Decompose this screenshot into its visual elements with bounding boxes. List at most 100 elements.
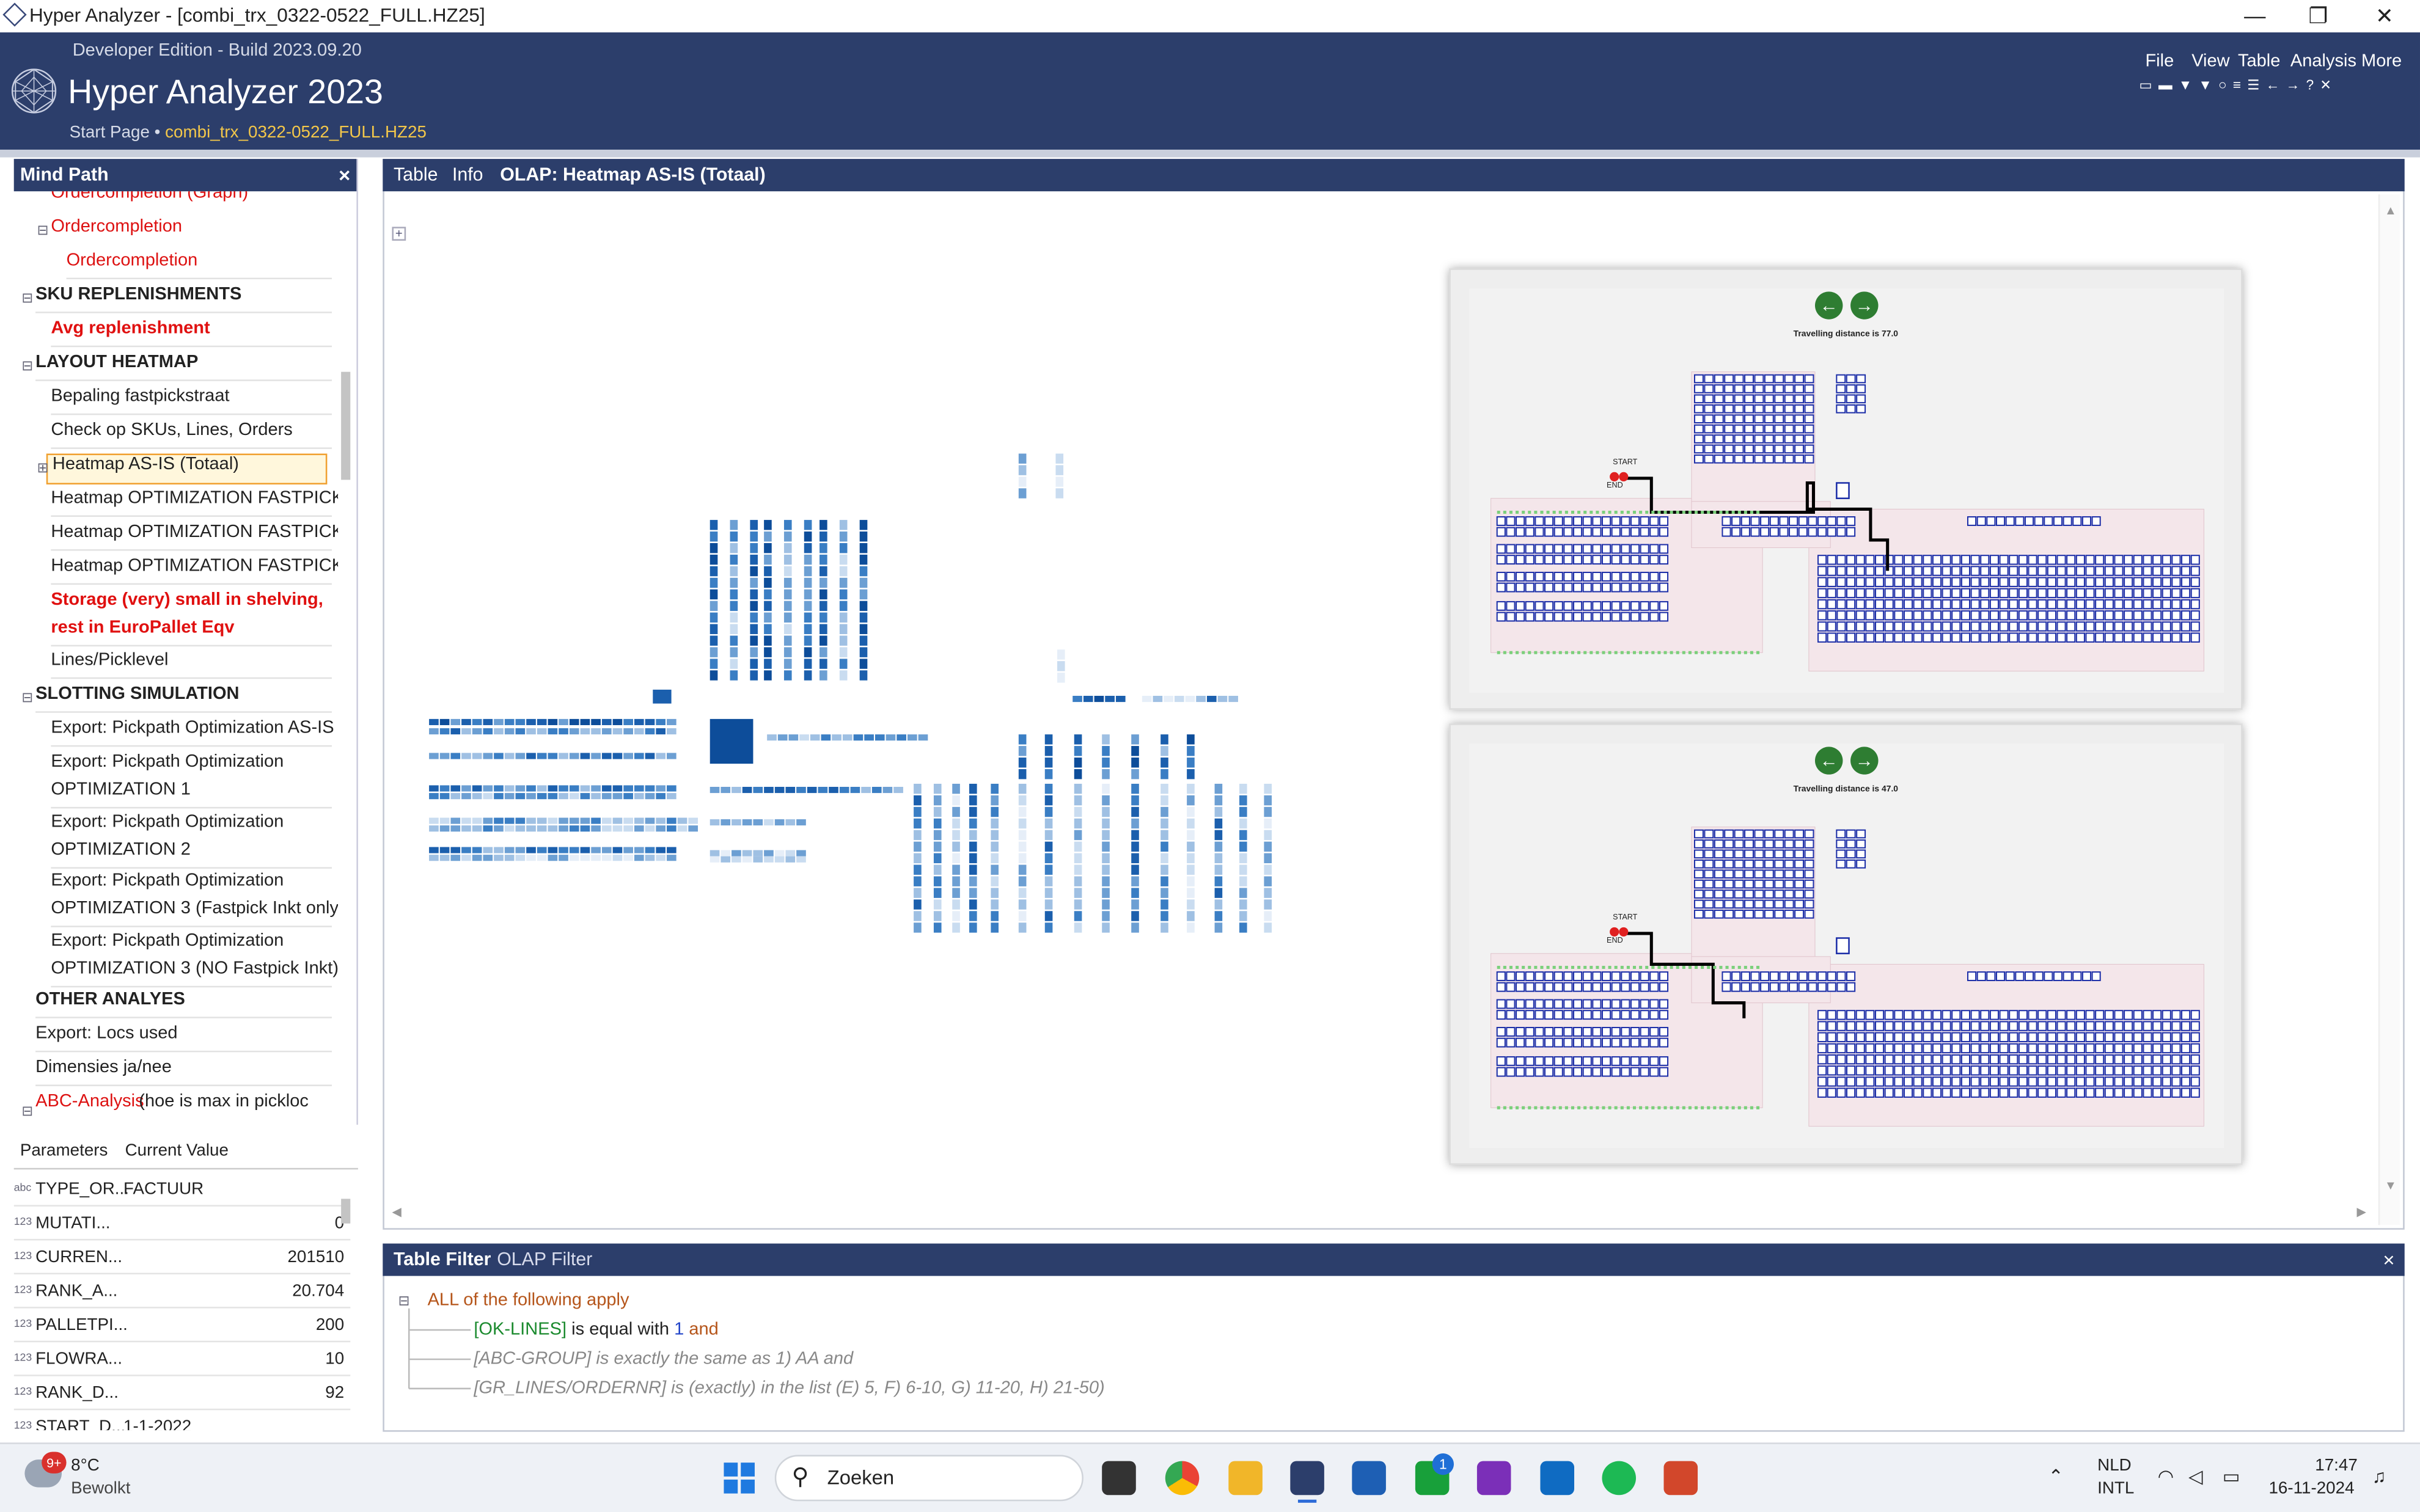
mind-path-item[interactable]: Ordercompletion xyxy=(66,252,332,280)
tab-table-filter[interactable]: Table Filter xyxy=(394,1244,491,1276)
mind-path-item[interactable]: LAYOUT HEATMAP xyxy=(35,353,332,381)
parameter-value[interactable]: 201510 xyxy=(287,1241,344,1275)
mind-path-item[interactable]: Heatmap OPTIMIZATION FASTPICK 2 xyxy=(51,523,338,551)
parameter-row[interactable]: 123 START_D... 1-1-2022 xyxy=(14,1410,351,1430)
filter-rule-3[interactable]: [GR_LINES/ORDERNR] is (exactly) in the l… xyxy=(474,1379,1104,1398)
search-icon[interactable]: ○ xyxy=(2218,77,2233,92)
parameter-value[interactable]: 20.704 xyxy=(292,1274,344,1309)
next-arrow-icon[interactable]: → xyxy=(1850,747,1879,775)
help-icon[interactable]: ? xyxy=(2306,77,2320,92)
scroll-up-icon[interactable]: ▲ xyxy=(2385,203,2397,217)
wifi-icon[interactable]: ◠ xyxy=(2158,1466,2174,1487)
list-icon[interactable]: ☰ xyxy=(2247,77,2266,92)
mind-path-item[interactable]: Ordercompletion (Graph) xyxy=(51,191,332,211)
volume-icon[interactable]: ◁ xyxy=(2188,1466,2202,1487)
filter-root-condition[interactable]: ALL of the following apply xyxy=(428,1291,629,1310)
collapse-icon[interactable]: ⊟ xyxy=(21,358,33,375)
parameter-row[interactable]: 123 PALLETPI... 200 xyxy=(13,1309,351,1343)
mind-path-item[interactable]: Export: Pickpath Optimization xyxy=(51,813,332,841)
table-icon[interactable]: ≡ xyxy=(2233,77,2247,92)
collapse-icon[interactable]: ⊟ xyxy=(398,1293,410,1310)
parameter-row[interactable]: 123 FLOWRA... 10 xyxy=(13,1342,351,1376)
collapse-icon[interactable]: ⊟ xyxy=(21,690,33,707)
clock-date[interactable]: 16-11-2024 xyxy=(2268,1480,2354,1498)
collapse-icon[interactable]: ⊟ xyxy=(21,1103,33,1120)
mind-path-item[interactable]: Storage (very) small in shelving, xyxy=(51,591,332,618)
powerpoint-icon[interactable] xyxy=(1663,1461,1698,1496)
spotify-icon[interactable] xyxy=(1602,1461,1637,1496)
maximize-button[interactable]: ❐ xyxy=(2282,0,2353,32)
weather-description[interactable]: Bewolkt xyxy=(71,1480,130,1498)
filter-rule-2[interactable]: [ABC-GROUP] is exactly the same as 1) AA… xyxy=(474,1350,853,1368)
mind-path-item[interactable]: Export: Pickpath Optimization xyxy=(51,753,332,780)
mind-path-item[interactable]: OPTIMIZATION 3 (NO Fastpick Inkt) xyxy=(51,960,338,988)
tab-olap-heatmap[interactable]: OLAP: Heatmap AS-IS (Totaal) xyxy=(500,159,765,191)
visual-studio-code-icon[interactable] xyxy=(1352,1461,1386,1496)
mind-path-item[interactable]: Export: Pickpath Optimization xyxy=(51,932,332,959)
expand-icon[interactable]: ⊞ xyxy=(37,460,49,477)
notifications-bell-icon[interactable]: ♫ xyxy=(2372,1466,2386,1487)
close-icon[interactable]: ✕ xyxy=(2320,77,2338,92)
mind-path-item[interactable]: OPTIMIZATION 3 (Fastpick Inkt only) xyxy=(51,899,338,927)
close-icon[interactable]: × xyxy=(339,159,350,191)
mind-path-item[interactable]: (hoe is max in pickloc xyxy=(139,1092,332,1120)
collapse-icon[interactable]: ⊟ xyxy=(37,222,49,239)
breadcrumb-current-file[interactable]: combi_trx_0322-0522_FULL.HZ25 xyxy=(165,123,427,142)
mind-path-item[interactable]: OPTIMIZATION 1 xyxy=(51,781,332,809)
mind-path-item[interactable]: Lines/Picklevel xyxy=(51,651,332,679)
mind-path-item[interactable]: Check op SKUs, Lines, Orders xyxy=(51,421,332,449)
mind-path-item[interactable]: SKU REPLENISHMENTS xyxy=(35,285,332,313)
parameter-row[interactable]: 123 MUTATI... 0 xyxy=(13,1207,351,1241)
mind-path-item[interactable]: Ordercompletion xyxy=(51,217,332,245)
file-explorer-icon[interactable] xyxy=(1228,1461,1263,1496)
mind-path-item[interactable]: Heatmap OPTIMIZATION FASTPICK 1 xyxy=(51,489,338,517)
filter-rule-1[interactable]: [OK-LINES] is equal with 1 and xyxy=(474,1321,718,1339)
mind-path-scrollbar-thumb[interactable] xyxy=(341,371,351,480)
mind-path-item[interactable]: OTHER ANALYES xyxy=(35,990,332,1018)
close-window-button[interactable]: ✕ xyxy=(2349,0,2420,32)
main-horizontal-scrollbar[interactable]: ◀ ▶ xyxy=(386,1205,2375,1223)
parameter-row[interactable]: 123 RANK_D... 92 xyxy=(13,1376,351,1411)
parameter-value[interactable]: FACTUUR xyxy=(123,1172,204,1207)
menu-view[interactable]: View xyxy=(2191,53,2229,71)
menu-file[interactable]: File xyxy=(2145,53,2174,71)
parameter-row[interactable]: 123 RANK_A... 20.704 xyxy=(13,1274,351,1309)
tab-table[interactable]: Table xyxy=(394,159,438,191)
previous-arrow-icon[interactable]: ← xyxy=(1814,291,1843,320)
filter-edit-icon[interactable]: ▼ xyxy=(2198,77,2218,92)
chrome-icon[interactable] xyxy=(1165,1461,1200,1496)
mind-path-item[interactable]: Export: Pickpath Optimization xyxy=(51,872,332,899)
mind-path-item[interactable]: Heatmap AS-IS (Totaal) xyxy=(46,453,328,485)
temperature[interactable]: 8°C xyxy=(71,1456,100,1475)
battery-icon[interactable]: ▭ xyxy=(2223,1466,2240,1487)
parameters-column-header[interactable]: Parameters xyxy=(20,1142,108,1160)
filter-icon[interactable]: ▼ xyxy=(2179,77,2199,92)
outlook-icon[interactable] xyxy=(1540,1461,1575,1496)
collapse-icon[interactable]: ⊟ xyxy=(21,290,33,307)
mind-path-item[interactable]: OPTIMIZATION 2 xyxy=(51,841,332,869)
redo-icon[interactable]: → xyxy=(2286,77,2306,92)
new-table-icon[interactable]: ▭ xyxy=(2139,77,2158,92)
scroll-right-icon[interactable]: ▶ xyxy=(2356,1205,2366,1219)
close-icon[interactable]: × xyxy=(2383,1244,2394,1276)
current-value-column-header[interactable]: Current Value xyxy=(125,1142,229,1160)
mind-path-item[interactable]: SLOTTING SIMULATION xyxy=(35,685,332,713)
parameter-row[interactable]: 123 CURREN... 201510 xyxy=(13,1241,351,1275)
scroll-left-icon[interactable]: ◀ xyxy=(392,1205,402,1219)
mind-path-item[interactable]: Bepaling fastpickstraat xyxy=(51,387,332,415)
mind-path-item[interactable]: Heatmap OPTIMIZATION FASTPICK 3 xyxy=(51,557,338,585)
menu-analysis[interactable]: Analysis xyxy=(2290,53,2356,71)
taskbar-search-box[interactable]: ⚲ Zoeken xyxy=(774,1455,1084,1502)
mind-path-item[interactable]: rest in EuroPallet Eqv xyxy=(51,619,332,647)
mind-path-item[interactable]: Dimensies ja/nee xyxy=(35,1058,332,1086)
breadcrumb-start-page[interactable]: Start Page xyxy=(70,123,150,142)
tab-info[interactable]: Info xyxy=(452,159,483,191)
menu-table[interactable]: Table xyxy=(2238,53,2280,71)
parameter-value[interactable]: 10 xyxy=(325,1342,344,1376)
minimize-button[interactable]: — xyxy=(2220,0,2290,32)
parameter-value[interactable]: 200 xyxy=(316,1309,344,1343)
parameter-row[interactable]: abc TYPE_OR... FACTUUR xyxy=(13,1172,351,1207)
hyper-analyzer-taskbar-icon[interactable] xyxy=(1290,1461,1324,1496)
windows-start-icon[interactable] xyxy=(722,1461,757,1496)
clock-time[interactable]: 17:47 xyxy=(2315,1456,2358,1475)
